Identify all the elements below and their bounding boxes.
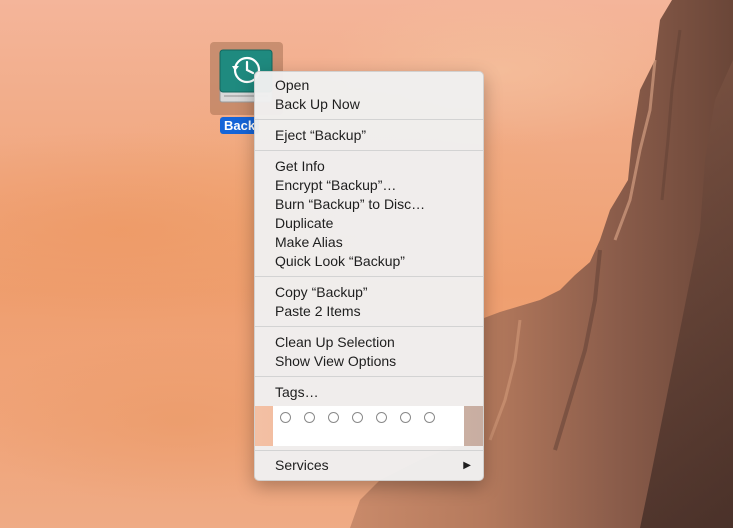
menu-item-quick-look-backup[interactable]: Quick Look “Backup” <box>255 252 483 271</box>
menu-separator <box>255 450 483 451</box>
menu-item-get-info[interactable]: Get Info <box>255 157 483 176</box>
tag-color-circle[interactable] <box>400 412 411 423</box>
menu-item-clean-up-selection[interactable]: Clean Up Selection <box>255 333 483 352</box>
menu-separator <box>255 326 483 327</box>
menu-item-services-label: Services <box>275 457 329 473</box>
menu-item-eject-backup[interactable]: Eject “Backup” <box>255 126 483 145</box>
menu-separator <box>255 119 483 120</box>
menu-item-burn-backup-to-disc[interactable]: Burn “Backup” to Disc… <box>255 195 483 214</box>
menu-item-copy-backup[interactable]: Copy “Backup” <box>255 283 483 302</box>
tag-color-circle[interactable] <box>304 412 315 423</box>
menu-item-services[interactable]: Services ▶ <box>255 456 483 475</box>
tag-color-picker <box>273 406 464 446</box>
desktop: Back Open Back Up Now Eject “Backup” Get In… <box>0 0 733 528</box>
tag-color-circle[interactable] <box>280 412 291 423</box>
tag-color-circle[interactable] <box>352 412 363 423</box>
tag-color-circle[interactable] <box>424 412 435 423</box>
menu-item-duplicate[interactable]: Duplicate <box>255 214 483 233</box>
tags-row <box>255 406 483 446</box>
menu-separator <box>255 150 483 151</box>
menu-separator <box>255 376 483 377</box>
menu-item-back-up-now[interactable]: Back Up Now <box>255 95 483 114</box>
menu-item-make-alias[interactable]: Make Alias <box>255 233 483 252</box>
context-menu: Open Back Up Now Eject “Backup” Get Info Enc… <box>254 71 484 481</box>
menu-item-paste-2-items[interactable]: Paste 2 Items <box>255 302 483 321</box>
tag-color-circle[interactable] <box>328 412 339 423</box>
menu-item-encrypt-backup[interactable]: Encrypt “Backup”… <box>255 176 483 195</box>
menu-item-show-view-options[interactable]: Show View Options <box>255 352 483 371</box>
tag-color-circle[interactable] <box>376 412 387 423</box>
menu-item-tags[interactable]: Tags… <box>255 383 483 402</box>
menu-item-open[interactable]: Open <box>255 76 483 95</box>
menu-separator <box>255 276 483 277</box>
submenu-arrow-icon: ▶ <box>463 460 471 471</box>
